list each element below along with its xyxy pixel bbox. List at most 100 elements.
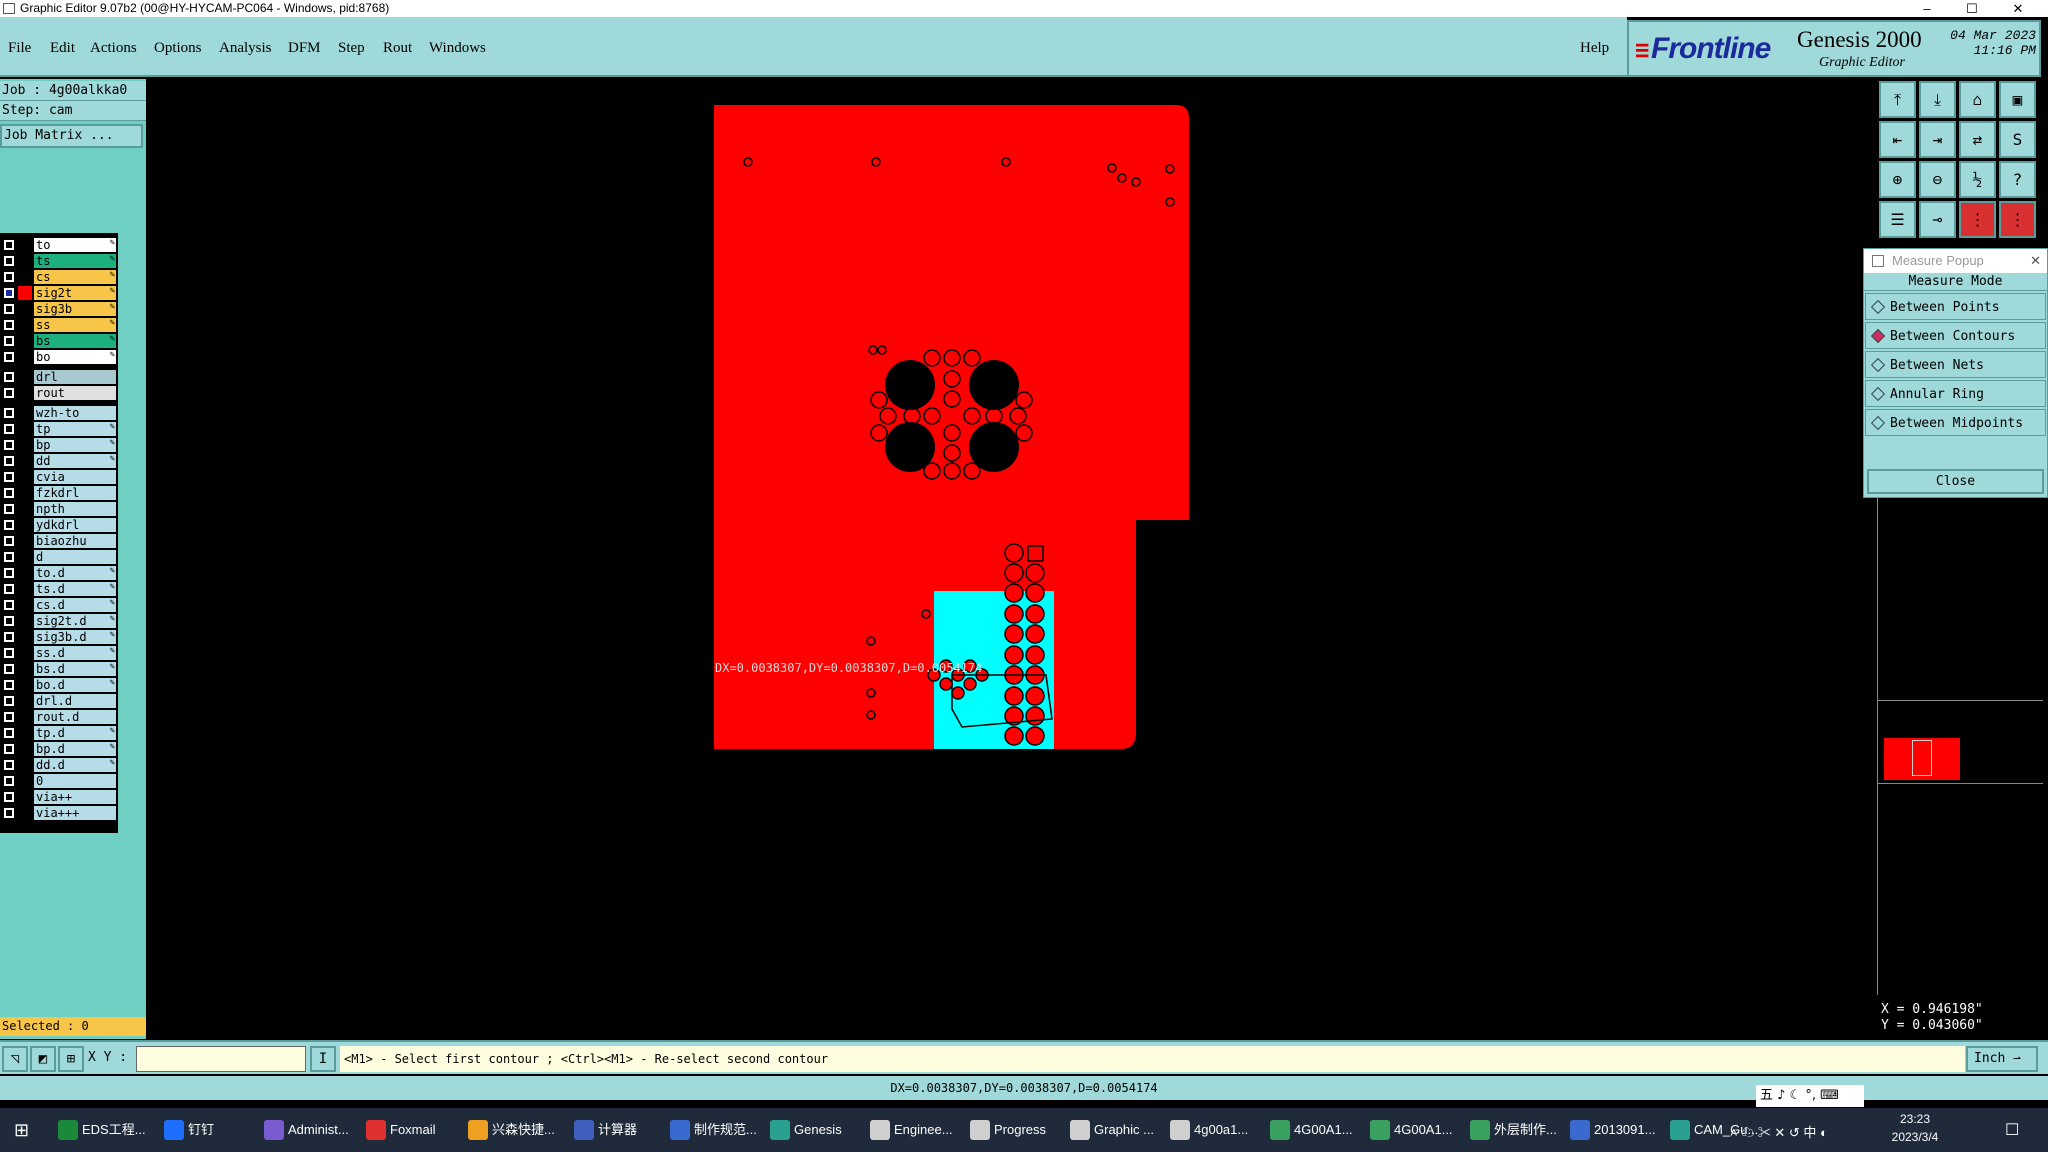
layer-checkbox[interactable] [4, 424, 14, 434]
layer-color-swatch[interactable] [18, 598, 32, 612]
layer-name[interactable]: fzkdrl [34, 486, 116, 500]
layer-color-swatch[interactable] [18, 742, 32, 756]
panel-icon[interactable]: ▣ [1999, 81, 2036, 118]
layer-row[interactable]: dd.d ✎ [2, 757, 118, 773]
layer-checkbox[interactable] [4, 240, 14, 250]
measure-line-icon[interactable]: ⊸ [1919, 201, 1956, 238]
tool-grid-icon[interactable]: ⊞ [58, 1046, 84, 1072]
layer-row[interactable]: tp.d ✎ [2, 725, 118, 741]
layer-color-swatch[interactable] [18, 630, 32, 644]
pan-right-icon[interactable]: ⇥ [1919, 121, 1956, 158]
graphic-canvas[interactable]: DX=0.0038307,DY=0.0038307,D=0.0054174 [146, 79, 1877, 1039]
menu-windows[interactable]: Windows [429, 40, 486, 57]
layer-name[interactable]: ss [34, 318, 116, 332]
layer-row[interactable]: bp ✎ [2, 437, 118, 453]
layer-name[interactable]: cvia [34, 470, 116, 484]
layer-checkbox[interactable] [4, 664, 14, 674]
taskbar-item[interactable]: 钉钉 [158, 1108, 214, 1152]
layer-checkbox[interactable] [4, 552, 14, 562]
layer-checkbox[interactable] [4, 712, 14, 722]
layer-name[interactable]: 0 [34, 774, 116, 788]
overview-viewport[interactable] [1912, 740, 1932, 776]
layer-color-swatch[interactable] [18, 550, 32, 564]
ime-toolbar[interactable]: 五 ♪ ☾ °, ⌨ [1756, 1085, 1864, 1107]
layer-row[interactable]: via++ [2, 789, 118, 805]
layer-name[interactable]: drl [34, 370, 116, 384]
taskbar-item[interactable]: EDS工程... [52, 1108, 146, 1152]
layer-row[interactable]: bo.d ✎ [2, 677, 118, 693]
option-between-midpoints[interactable]: Between Midpoints [1865, 409, 2046, 436]
layer-row[interactable]: cvia [2, 469, 118, 485]
taskbar-item[interactable]: Graphic ... [1064, 1108, 1154, 1152]
layer-color-swatch[interactable] [18, 470, 32, 484]
popup-close-icon[interactable]: ✕ [2030, 249, 2041, 273]
overview-panel[interactable] [1877, 498, 2043, 995]
taskbar-item[interactable]: Genesis [764, 1108, 842, 1152]
layer-name[interactable]: via+++ [34, 806, 116, 820]
menu-analysis[interactable]: Analysis [219, 40, 272, 57]
layer-name[interactable]: sig3b [34, 302, 116, 316]
option-between-nets[interactable]: Between Nets [1865, 351, 2046, 378]
layer-row[interactable]: ts.d ✎ [2, 581, 118, 597]
menu-file[interactable]: File [8, 40, 31, 57]
taskbar-item[interactable]: 4G00A1... [1264, 1108, 1353, 1152]
layer-checkbox[interactable] [4, 520, 14, 530]
layer-color-swatch[interactable] [18, 254, 32, 268]
zoom-in-icon[interactable]: ⊕ [1879, 161, 1916, 198]
layer-name[interactable]: dd.d [34, 758, 116, 772]
layer-row[interactable]: cs ✎ [2, 269, 118, 285]
layer-row[interactable]: sig3b ✎ [2, 301, 118, 317]
layer-row[interactable]: fzkdrl [2, 485, 118, 501]
zoom-fit-icon[interactable]: ⤒ [1879, 81, 1916, 118]
taskbar-item[interactable]: Foxmail [360, 1108, 436, 1152]
layer-color-swatch[interactable] [18, 302, 32, 316]
layer-color-swatch[interactable] [18, 350, 32, 364]
layer-name[interactable]: ydkdrl [34, 518, 116, 532]
layer-color-swatch[interactable] [18, 662, 32, 676]
layer-name[interactable]: via++ [34, 790, 116, 804]
unit-selector[interactable]: Inch ⇀ [1966, 1046, 2038, 1072]
layer-color-swatch[interactable] [18, 694, 32, 708]
layer-checkbox[interactable] [4, 372, 14, 382]
layer-color-swatch[interactable] [18, 422, 32, 436]
layer-name[interactable]: wzh-to [34, 406, 116, 420]
layer-name[interactable]: d [34, 550, 116, 564]
layer-checkbox[interactable] [4, 616, 14, 626]
layer-name[interactable]: biaozhu [34, 534, 116, 548]
pcb-view[interactable]: DX=0.0038307,DY=0.0038307,D=0.0054174 [146, 79, 1877, 1039]
layer-name[interactable]: cs.d [34, 598, 116, 612]
minimize-icon[interactable]: – [1907, 0, 1947, 17]
layer-checkbox[interactable] [4, 536, 14, 546]
layer-checkbox[interactable] [4, 352, 14, 362]
layer-checkbox[interactable] [4, 584, 14, 594]
maximize-icon[interactable]: ☐ [1952, 0, 1992, 17]
layer-name[interactable]: rout.d [34, 710, 116, 724]
tool-select-icon[interactable]: ◹ [2, 1046, 28, 1072]
layer-checkbox[interactable] [4, 304, 14, 314]
layer-color-swatch[interactable] [18, 270, 32, 284]
layer-color-swatch[interactable] [18, 238, 32, 252]
layer-checkbox[interactable] [4, 696, 14, 706]
menu-options[interactable]: Options [154, 40, 202, 57]
measure-tool-icon[interactable]: ⋮ [1959, 201, 1996, 238]
layer-name[interactable]: tp [34, 422, 116, 436]
layer-name[interactable]: sig3b.d [34, 630, 116, 644]
layer-color-swatch[interactable] [18, 438, 32, 452]
layer-row[interactable]: sig2t ✎ [2, 285, 118, 301]
mirror-icon[interactable]: ⇄ [1959, 121, 1996, 158]
layer-color-swatch[interactable] [18, 502, 32, 516]
layer-row[interactable]: wzh-to [2, 405, 118, 421]
zoom-down-icon[interactable]: ⤓ [1919, 81, 1956, 118]
layer-checkbox[interactable] [4, 680, 14, 690]
layer-row[interactable]: tp ✎ [2, 421, 118, 437]
option-between-points[interactable]: Between Points [1865, 293, 2046, 320]
layer-color-swatch[interactable] [18, 774, 32, 788]
layer-row[interactable]: drl.d [2, 693, 118, 709]
layer-name[interactable]: bp.d [34, 742, 116, 756]
layer-color-swatch[interactable] [18, 614, 32, 628]
layer-name[interactable]: sig2t.d [34, 614, 116, 628]
layer-name[interactable]: ss.d [34, 646, 116, 660]
layer-checkbox[interactable] [4, 408, 14, 418]
layer-checkbox[interactable] [4, 336, 14, 346]
layer-color-swatch[interactable] [18, 790, 32, 804]
